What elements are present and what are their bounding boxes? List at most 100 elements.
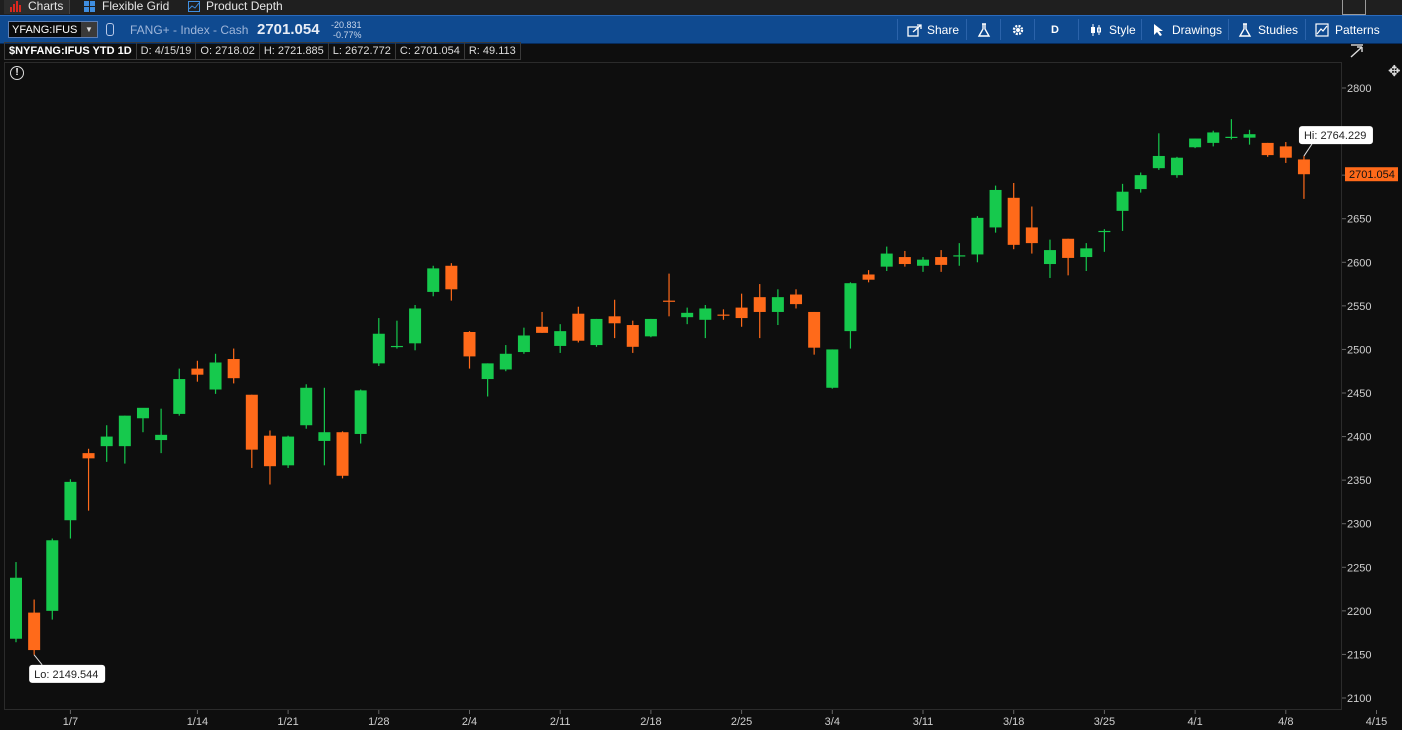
lo-label: Lo: 2149.544 (34, 669, 98, 681)
candle-body (1225, 136, 1238, 138)
candle-body (499, 353, 512, 370)
candle-body (64, 481, 77, 521)
x-tick-label: 1/7 (63, 716, 78, 728)
candle-body (1297, 159, 1310, 175)
candle-body (790, 294, 803, 305)
x-tick-label: 3/25 (1094, 716, 1115, 728)
candle-body (155, 434, 168, 441)
x-tick-label: 3/4 (825, 716, 840, 728)
candle-body (644, 318, 657, 337)
candle-body (1170, 157, 1183, 176)
y-tick-label: 2600 (1347, 257, 1371, 269)
x-tick-label: 4/8 (1278, 716, 1293, 728)
candle-body (136, 407, 149, 419)
x-tick-label: 2/11 (550, 716, 571, 728)
candle-body (862, 274, 875, 280)
x-tick-label: 2/25 (731, 716, 752, 728)
hi-pointer (1303, 143, 1313, 157)
candle-body (445, 265, 458, 290)
y-tick-label: 2650 (1347, 214, 1371, 226)
candle-body (935, 257, 948, 265)
candle-body (953, 255, 966, 257)
x-tick-label: 1/28 (368, 716, 389, 728)
candle-body (554, 331, 567, 346)
candle-body (427, 268, 440, 292)
candle-body (1243, 134, 1256, 138)
y-tick-label: 2350 (1347, 475, 1371, 487)
candle-body (844, 283, 857, 332)
y-tick-label: 2550 (1347, 301, 1371, 313)
candle-body (572, 313, 585, 341)
x-tick-label: 4/1 (1187, 716, 1202, 728)
x-tick-label: 2/4 (462, 716, 477, 728)
candle-body (354, 390, 367, 434)
y-tick-label: 2100 (1347, 693, 1371, 705)
candle-body (536, 326, 549, 333)
candle-body (880, 253, 893, 267)
candle-body (590, 318, 603, 346)
y-tick-label: 2200 (1347, 606, 1371, 618)
price-chart[interactable]: 2800275027002650260025502500245024002350… (0, 0, 1402, 730)
candle-body (336, 432, 349, 476)
candle-body (735, 307, 748, 319)
candle-body (971, 217, 984, 255)
candle-body (1207, 132, 1220, 143)
x-tick-label: 1/21 (277, 716, 298, 728)
candle-body (282, 436, 295, 466)
candle-body (372, 333, 385, 364)
candle-body (826, 349, 839, 388)
candle-body (1043, 250, 1056, 265)
alert-icon[interactable]: ! (10, 66, 24, 80)
candle-body (517, 335, 530, 353)
candle-body (409, 308, 422, 344)
candle-body (1080, 248, 1093, 258)
candle-body (753, 297, 766, 312)
candle-body (1116, 191, 1129, 211)
candle-body (917, 259, 929, 266)
candle-body (771, 297, 784, 312)
candle-body (1279, 146, 1292, 158)
y-tick-label: 2250 (1347, 562, 1371, 574)
candle-body (1189, 138, 1202, 148)
candle-body (989, 189, 1002, 228)
candle-body (1261, 142, 1274, 156)
candle-body (608, 316, 621, 324)
candle-body (1098, 230, 1111, 233)
candle-body (28, 612, 41, 651)
candle-body (1134, 175, 1147, 190)
x-tick-label: 2/18 (640, 716, 661, 728)
candle-body (463, 332, 476, 357)
candle-body (318, 432, 331, 441)
candle-body (626, 325, 639, 347)
candle-body (699, 308, 712, 320)
x-tick-label: 4/15 (1366, 716, 1387, 728)
candle-body (227, 359, 240, 379)
candle-body (82, 453, 95, 459)
candle-body (1152, 155, 1165, 169)
candle-body (46, 540, 59, 611)
y-tick-label: 2450 (1347, 388, 1371, 400)
y-tick-label: 2150 (1347, 649, 1371, 661)
candle-body (1025, 227, 1038, 244)
candle-body (118, 415, 131, 447)
candle-body (100, 436, 113, 447)
candle-body (717, 314, 730, 316)
candle-body (1062, 238, 1075, 258)
candle-body (209, 362, 222, 390)
x-tick-label: 3/18 (1003, 716, 1024, 728)
y-tick-label: 2300 (1347, 519, 1371, 531)
candle-body (245, 394, 258, 450)
lo-pointer (33, 654, 43, 666)
y-tick-label: 2400 (1347, 432, 1371, 444)
candle-body (191, 368, 204, 375)
last-price-label: 2701.054 (1349, 169, 1395, 181)
candle-body (898, 257, 911, 265)
candle-body (10, 577, 22, 639)
y-tick-label: 2800 (1347, 83, 1371, 95)
candle-body (173, 379, 186, 414)
x-tick-label: 1/14 (187, 716, 208, 728)
candle-body (808, 311, 821, 348)
hi-label: Hi: 2764.229 (1304, 130, 1366, 142)
candle-body (390, 345, 403, 348)
candle-body (663, 300, 676, 302)
